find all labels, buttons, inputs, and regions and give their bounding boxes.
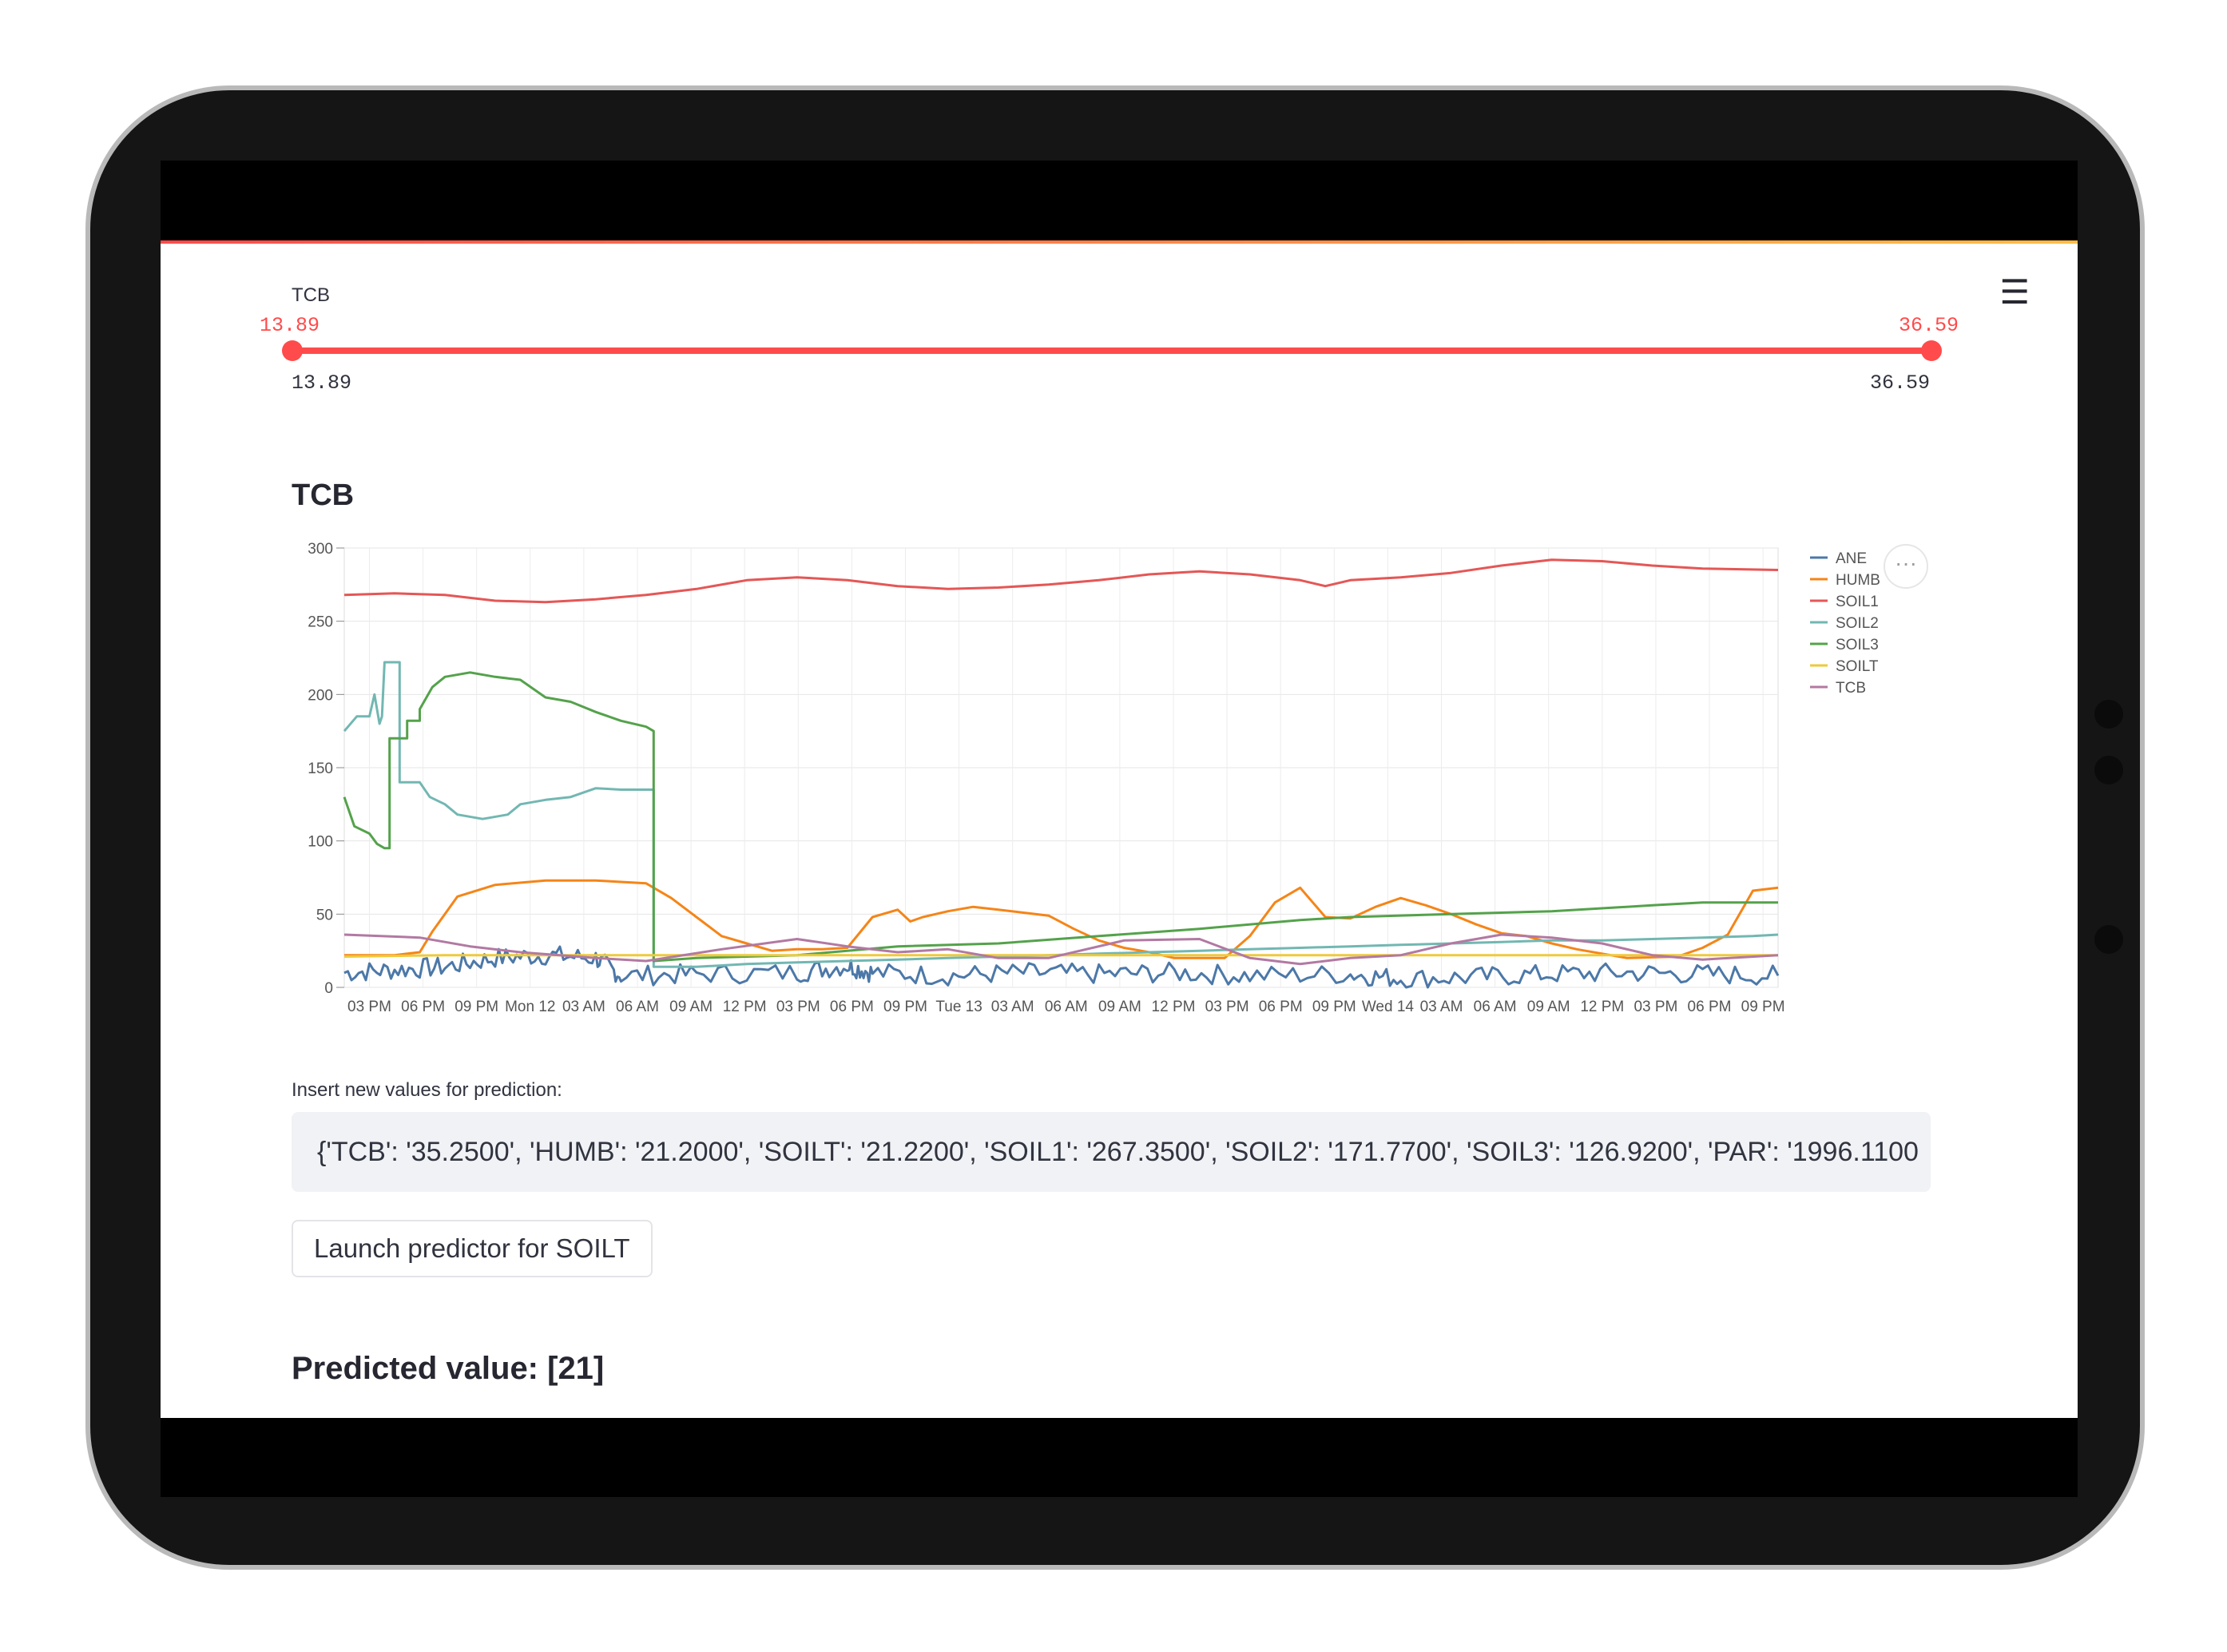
slider-max-label: 36.59 <box>1870 371 1931 395</box>
x-tick-label: 09 PM <box>1741 999 1785 1015</box>
header-decoration <box>161 240 2078 244</box>
x-tick-label: 06 AM <box>1474 999 1517 1015</box>
legend-label: ANE <box>1836 550 1867 567</box>
slider-thumb-low[interactable] <box>282 340 303 361</box>
ellipsis-icon[interactable]: ··· <box>1884 544 1928 589</box>
predicted-value: Predicted value: [21] <box>292 1351 605 1386</box>
x-tick-label: 12 PM <box>723 999 767 1015</box>
line-chart: 0 50 100 150 200 250 300 03 PM 06 PM 09 PM Mon 12 0… <box>308 541 1880 1015</box>
x-tick-label: Mon 12 <box>505 999 555 1015</box>
y-tick-label: 50 <box>316 907 333 923</box>
slider-track[interactable] <box>292 347 1931 354</box>
x-tick-label: 03 AM <box>562 999 605 1015</box>
slider-min-label: 13.89 <box>292 371 352 395</box>
x-tick-label: 06 AM <box>1045 999 1088 1015</box>
x-tick-label: 03 AM <box>991 999 1034 1015</box>
tablet-screen: ☰ TCB 13.89 36.59 13.89 36.59 TCB 0 50 100… <box>161 161 2078 1497</box>
y-tick-label: 150 <box>308 760 333 777</box>
slider-low-value: 13.89 <box>260 314 320 337</box>
y-tick-label: 100 <box>308 834 333 851</box>
x-tick-label: 12 PM <box>1580 999 1624 1015</box>
legend-label: SOIL3 <box>1836 637 1879 653</box>
input-label: Insert new values for prediction: <box>292 1079 562 1101</box>
slider-label: TCB <box>292 284 330 306</box>
x-tick-label: 06 PM <box>1259 999 1303 1015</box>
x-tick-label: 03 PM <box>347 999 391 1015</box>
x-tick-label: 06 PM <box>830 999 874 1015</box>
legend-label: SOILT <box>1836 658 1879 675</box>
x-tick-label: 09 PM <box>883 999 927 1015</box>
launch-predictor-button[interactable]: Launch predictor for SOILT <box>292 1220 653 1277</box>
slider-thumb-high[interactable] <box>1921 340 1942 361</box>
x-tick-label: 09 PM <box>455 999 498 1015</box>
x-tick-label: 09 AM <box>669 999 713 1015</box>
x-tick-label: 06 AM <box>616 999 659 1015</box>
slider-high-value: 36.59 <box>1899 314 1959 337</box>
x-tick-label: Wed 14 <box>1362 999 1415 1015</box>
tablet-side-button <box>2094 925 2123 954</box>
legend-label: SOIL1 <box>1836 594 1879 610</box>
streamlit-app: ☰ TCB 13.89 36.59 13.89 36.59 TCB 0 50 100… <box>161 240 2078 1418</box>
tablet-side-button <box>2094 700 2123 729</box>
hamburger-icon[interactable]: ☰ <box>1999 276 2030 309</box>
x-tick-label: 06 PM <box>1688 999 1732 1015</box>
x-tick-label: 03 PM <box>1205 999 1249 1015</box>
y-tick-label: 0 <box>324 980 333 997</box>
legend-label: HUMB <box>1836 572 1880 589</box>
x-tick-label: 03 PM <box>776 999 820 1015</box>
x-tick-label: 06 PM <box>401 999 445 1015</box>
chart-title: TCB <box>292 479 355 512</box>
y-tick-label: 200 <box>308 687 333 704</box>
prediction-input[interactable]: {'TCB': '35.2500', 'HUMB': '21.2000', 'S… <box>292 1112 1931 1192</box>
x-tick-label: 09 AM <box>1527 999 1570 1015</box>
legend-label: SOIL2 <box>1836 615 1879 632</box>
x-tick-label: 09 AM <box>1098 999 1141 1015</box>
x-tick-label: 03 AM <box>1420 999 1463 1015</box>
y-tick-label: 250 <box>308 614 333 631</box>
x-tick-label: 12 PM <box>1152 999 1196 1015</box>
x-tick-label: 03 PM <box>1634 999 1677 1015</box>
x-tick-label: Tue 13 <box>935 999 982 1015</box>
x-tick-label: 09 PM <box>1312 999 1356 1015</box>
y-tick-label: 300 <box>308 541 333 558</box>
legend-label: TCB <box>1836 680 1866 697</box>
tablet-side-button <box>2094 756 2123 784</box>
